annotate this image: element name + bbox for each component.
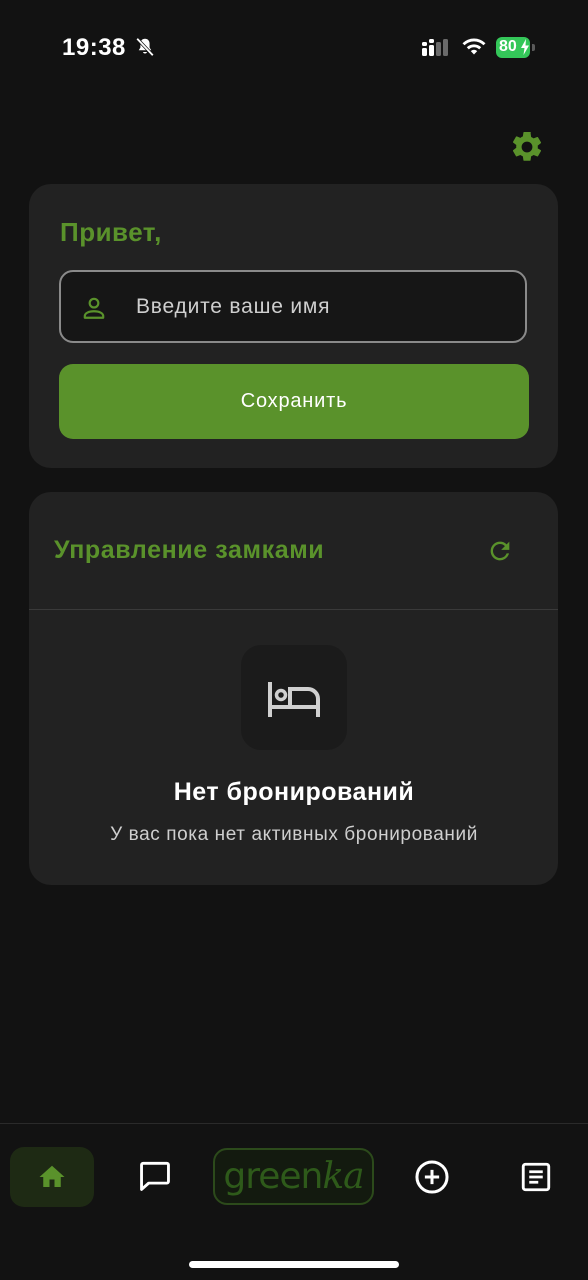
bottom-nav-divider: [0, 1123, 588, 1124]
signal-icon: [422, 39, 448, 56]
card-divider: [29, 609, 558, 610]
brand-logo: greenka: [223, 1156, 364, 1197]
brand-logo-button[interactable]: greenka: [213, 1148, 374, 1205]
home-indicator: [189, 1261, 399, 1268]
person-icon: [83, 297, 105, 319]
logo-text-ka: ka: [322, 1156, 364, 1197]
battery-level: 80: [499, 38, 517, 55]
wifi-icon: [462, 38, 486, 55]
greeting-title: Привет,: [60, 217, 162, 247]
empty-state-subtitle: У вас пока нет активных бронирований: [110, 824, 478, 845]
battery-indicator: 80: [496, 37, 536, 58]
chat-icon[interactable]: [136, 1157, 174, 1195]
nav-home-tab[interactable]: [10, 1147, 94, 1207]
home-icon: [39, 1165, 65, 1187]
list-icon[interactable]: [518, 1159, 554, 1195]
locks-title: Управление замками: [54, 536, 325, 564]
empty-state-title: Нет бронирований: [173, 778, 415, 806]
save-button[interactable]: Сохранить: [59, 364, 529, 439]
bed-icon: [268, 682, 320, 717]
logo-text-green: green: [223, 1156, 323, 1197]
name-input[interactable]: [122, 283, 540, 331]
status-time: 19:38: [62, 34, 126, 61]
gear-icon[interactable]: [509, 129, 545, 165]
bell-muted-icon: [136, 37, 154, 57]
refresh-icon[interactable]: [486, 537, 514, 565]
charging-bolt-icon: [521, 39, 529, 55]
add-circle-icon[interactable]: [413, 1158, 451, 1196]
